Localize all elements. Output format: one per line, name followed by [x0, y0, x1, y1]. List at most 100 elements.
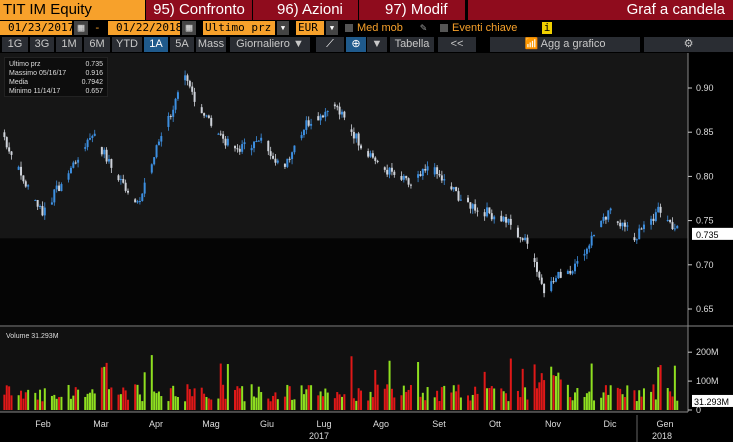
legend-label: Media	[9, 79, 29, 86]
settings-button[interactable]: ⚙	[644, 37, 733, 52]
moving-avg-label: Med mob	[357, 22, 403, 34]
volume-bar	[310, 385, 313, 410]
candle	[160, 136, 163, 142]
legend-value: 0.7942	[81, 79, 103, 86]
volume-bar	[452, 385, 455, 410]
candle	[24, 181, 27, 187]
currency-select[interactable]: EUR	[296, 21, 324, 35]
volume-bar	[593, 400, 596, 410]
chevron-down-icon[interactable]: ▼	[326, 21, 338, 35]
volume-bar	[552, 375, 555, 410]
month-label: Ago	[373, 419, 389, 429]
volume-bar	[341, 396, 343, 410]
candle	[600, 220, 603, 227]
volume-bar	[467, 395, 470, 410]
field-select[interactable]: Ultimo prz	[203, 21, 275, 35]
calendar-icon[interactable]: ▦	[74, 21, 88, 35]
candle	[409, 184, 412, 186]
volume-bar	[253, 396, 256, 410]
price-tick-label: 0.65	[696, 304, 714, 314]
period-3g[interactable]: 3G	[30, 37, 54, 52]
candle	[421, 168, 424, 176]
legend-item: Ultimo prz 0.735	[9, 60, 103, 69]
volume-bar	[53, 394, 56, 410]
chevron-down-icon[interactable]: ▼	[367, 37, 387, 52]
candle	[77, 159, 80, 163]
period-mass[interactable]: Mass	[196, 37, 226, 52]
volume-bar	[22, 398, 25, 410]
table-button[interactable]: Tabella	[390, 37, 434, 52]
candle	[226, 138, 229, 146]
candle	[324, 111, 327, 118]
calendar-icon[interactable]: ▦	[182, 21, 196, 35]
candle	[84, 147, 87, 149]
volume-bar	[488, 387, 491, 410]
candle	[141, 193, 144, 202]
volume-bar	[119, 394, 122, 410]
volume-bar	[86, 393, 89, 410]
candle	[540, 277, 543, 284]
end-date-input[interactable]: 01/22/2018	[108, 21, 182, 35]
period-1g[interactable]: 1G	[2, 37, 28, 52]
candle	[291, 152, 294, 160]
volume-bar	[319, 391, 322, 410]
frequency-select[interactable]: Giornaliero ▼	[230, 37, 310, 52]
volume-bar	[317, 395, 320, 410]
candle	[626, 225, 629, 227]
candle	[74, 162, 77, 164]
add-to-chart-button[interactable]: 📶 Agg a grafico	[490, 37, 640, 52]
candle	[433, 167, 436, 175]
candle	[110, 159, 113, 168]
candle	[326, 111, 329, 113]
candle	[590, 235, 593, 246]
candle	[417, 174, 420, 178]
period-1a[interactable]: 1A	[144, 37, 168, 52]
volume-bar	[355, 400, 358, 410]
candle	[609, 208, 612, 211]
candle	[100, 147, 103, 155]
line-chart-button[interactable]: ⟋	[316, 37, 344, 52]
period-1m[interactable]: 1M	[56, 37, 82, 52]
candle-chart-button[interactable]: ⊕	[346, 37, 366, 52]
back-button[interactable]: <<	[438, 37, 476, 52]
period-ytd[interactable]: YTD	[112, 37, 142, 52]
moving-avg-checkbox[interactable]	[345, 24, 353, 32]
candle	[269, 151, 272, 156]
volume-bar	[143, 372, 146, 410]
candle	[124, 182, 127, 191]
start-date-input[interactable]: 01/23/2017	[0, 21, 74, 35]
key-events-checkbox[interactable]	[440, 24, 448, 32]
info-icon[interactable]: i	[542, 22, 552, 34]
period-6m[interactable]: 6M	[84, 37, 110, 52]
candle	[317, 116, 320, 121]
volume-bar	[110, 387, 113, 410]
actions-button[interactable]: 96) Azioni	[253, 0, 358, 20]
legend-label: Minimo 11/14/17	[9, 88, 61, 95]
candle	[341, 111, 343, 115]
candle	[526, 237, 529, 244]
edit-button[interactable]: 97) Modif	[359, 0, 465, 20]
candle	[505, 217, 508, 223]
volume-bar	[457, 384, 460, 410]
candle	[552, 281, 555, 283]
candle	[640, 228, 643, 230]
pencil-icon[interactable]: ✎	[420, 21, 427, 35]
candle	[419, 174, 422, 176]
volume-bar	[616, 387, 619, 410]
candle	[222, 134, 225, 139]
candle	[509, 218, 512, 225]
chevron-down-icon[interactable]: ▼	[277, 21, 289, 35]
volume-bar	[24, 392, 27, 410]
volume-bar	[167, 401, 170, 410]
price-tick-label: 0.80	[696, 171, 714, 181]
period-5a[interactable]: 5A	[170, 37, 194, 52]
volume-bar	[638, 390, 641, 410]
ticker-field[interactable]: TIT IM Equity	[0, 0, 145, 20]
compare-button[interactable]: 95) Confronto	[146, 0, 252, 20]
candle	[543, 283, 546, 294]
volume-bar	[55, 398, 58, 410]
candle	[105, 149, 108, 162]
volume-bar	[117, 394, 120, 410]
price-chart[interactable]: 0.900.850.800.750.700.65200M100M00.73531…	[0, 53, 733, 442]
candle	[638, 228, 641, 240]
